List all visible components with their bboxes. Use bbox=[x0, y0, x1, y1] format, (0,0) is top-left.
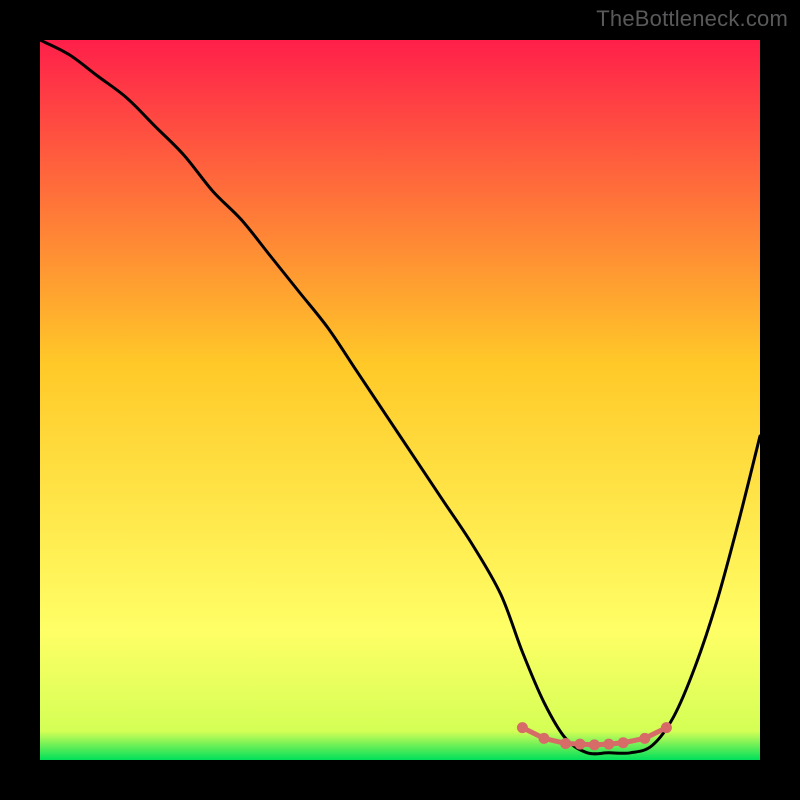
chart-frame: TheBottleneck.com bbox=[0, 0, 800, 800]
plot-area bbox=[40, 40, 760, 760]
watermark-text: TheBottleneck.com bbox=[596, 6, 788, 32]
gradient-background bbox=[40, 40, 760, 760]
bottleneck-chart bbox=[40, 40, 760, 760]
